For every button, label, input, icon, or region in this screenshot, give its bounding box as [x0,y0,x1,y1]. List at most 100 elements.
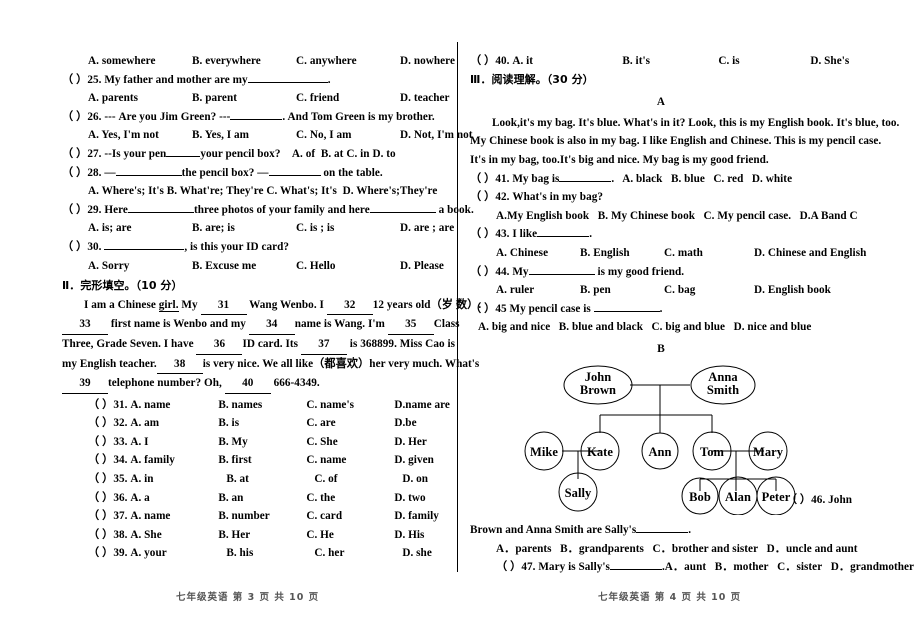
q27-option-c[interactable]: C. in [346,148,369,160]
cloze-32-c[interactable]: C. are [306,414,394,433]
cloze-38-a[interactable]: A. She [130,526,218,545]
q28-option-b[interactable]: B. What're; They're [167,185,264,197]
q30-option-d[interactable]: D. Please [400,260,444,272]
cloze-31-b[interactable]: B. names [218,396,306,415]
cloze-35-a[interactable]: A. in [130,470,226,489]
q41-option-b[interactable]: B. blue [671,173,705,185]
q29-option-d[interactable]: D. are ; are [400,222,454,234]
q44-option-b[interactable]: B. pen [580,281,664,300]
cloze-marker-34[interactable]: （ ）34. [88,454,127,466]
q43-option-a[interactable]: A. Chinese [496,244,580,263]
q42-option-b[interactable]: B. My Chinese book [598,210,695,222]
cloze-marker-38[interactable]: （ ）38. [88,529,127,541]
q45-option-d[interactable]: D. nice and blue [734,321,812,333]
q25-option-b[interactable]: B. parent [192,89,296,108]
q27-marker[interactable]: （ ）27. [62,148,101,160]
q43-option-b[interactable]: B. English [580,244,664,263]
cloze-35-c[interactable]: C. of [314,470,402,489]
q47-option-b[interactable]: B．mother [715,561,769,573]
cloze-36-d[interactable]: D. two [394,492,425,504]
cloze-39-d[interactable]: D. she [402,547,432,559]
q24-option-c[interactable]: C. anywhere [296,52,400,71]
q40-option-d[interactable]: D. She's [810,55,849,67]
q30-option-a[interactable]: A. Sorry [88,257,192,276]
cloze-33-a[interactable]: A. I [130,433,218,452]
q25-marker[interactable]: （ ）25. [62,74,101,86]
q44-option-d[interactable]: D. English book [754,284,831,296]
q29-option-c[interactable]: C. is ; is [296,219,400,238]
cloze-33-d[interactable]: D. Her [394,436,427,448]
cloze-32-a[interactable]: A. am [130,414,218,433]
cloze-33-b[interactable]: B. My [218,433,306,452]
q40-marker[interactable]: （ ）40. [470,55,509,67]
q26-option-c[interactable]: C. No, I am [296,126,400,145]
q24-option-a[interactable]: A. somewhere [88,52,192,71]
q43-marker[interactable]: （ ）43. [470,228,509,240]
q47-option-a[interactable]: A．aunt [665,561,706,573]
cloze-marker-39[interactable]: （ ）39. [88,547,127,559]
cloze-38-b[interactable]: B. Her [218,526,306,545]
cloze-32-d[interactable]: D.be [394,417,416,429]
q28-option-c[interactable]: C. What's; It's [266,185,336,197]
cloze-36-c[interactable]: C. the [306,489,394,508]
cloze-32-b[interactable]: B. is [218,414,306,433]
cloze-31-d[interactable]: D.name are [394,399,450,411]
cloze-38-d[interactable]: D. His [394,529,424,541]
q26-option-b[interactable]: B. Yes, I am [192,126,296,145]
q25-option-d[interactable]: D. teacher [400,92,450,104]
q28-option-a[interactable]: A. Where's; It's [88,185,164,197]
cloze-marker-37[interactable]: （ ）37. [88,510,127,522]
q43-option-c[interactable]: C. math [664,244,754,263]
q47-option-d[interactable]: D．grandmother [831,561,914,573]
q43-option-d[interactable]: D. Chinese and English [754,247,866,259]
cloze-34-a[interactable]: A. family [130,451,218,470]
q24-option-b[interactable]: B. everywhere [192,52,296,71]
q30-marker[interactable]: （ ）30. [62,241,101,253]
cloze-35-b[interactable]: B. at [226,470,314,489]
q40-option-a[interactable]: A. it [512,52,622,71]
q46-option-a[interactable]: A．parents [496,543,552,555]
cloze-39-a[interactable]: A. your [130,544,226,563]
cloze-marker-33[interactable]: （ ）33. [88,436,127,448]
q42-option-d[interactable]: D.A Band C [800,210,858,222]
q46-option-c[interactable]: C．brother and sister [652,543,758,555]
q25-option-a[interactable]: A. parents [88,89,192,108]
q28-marker[interactable]: （ ）28. [62,167,101,179]
cloze-marker-35[interactable]: （ ）35. [88,473,127,485]
cloze-31-a[interactable]: A. name [130,396,218,415]
cloze-39-b[interactable]: B. his [226,544,314,563]
cloze-34-b[interactable]: B. first [218,451,306,470]
q27-option-a[interactable]: A. of [292,148,315,160]
q40-option-b[interactable]: B. it's [622,52,718,71]
cloze-35-d[interactable]: D. on [402,473,428,485]
cloze-34-d[interactable]: D. given [394,454,434,466]
cloze-34-c[interactable]: C. name [306,451,394,470]
q40-option-c[interactable]: C. is [718,52,810,71]
q26-option-a[interactable]: A. Yes, I'm not [88,126,192,145]
cloze-marker-31[interactable]: （ ）31. [88,399,127,411]
q44-option-a[interactable]: A. ruler [496,281,580,300]
cloze-33-c[interactable]: C. She [306,433,394,452]
q41-marker[interactable]: （ ）41. [470,173,509,185]
q42-option-c[interactable]: C. My pencil case. [704,210,792,222]
q26-marker[interactable]: （ ）26. [62,111,101,123]
q26-option-d[interactable]: D. Not, I'm not [400,129,473,141]
q42-option-a[interactable]: A.My English book [496,210,589,222]
cloze-37-d[interactable]: D. family [394,510,439,522]
q41-option-a[interactable]: A. black [622,173,662,185]
q41-option-d[interactable]: D. white [752,173,792,185]
cloze-37-c[interactable]: C. card [306,507,394,526]
q29-marker[interactable]: （ ）29. [62,204,101,216]
q46-option-b[interactable]: B．grandparents [560,543,644,555]
q27-option-b[interactable]: B. at [321,148,344,160]
cloze-36-b[interactable]: B. an [218,489,306,508]
q30-option-c[interactable]: C. Hello [296,257,400,276]
cloze-37-b[interactable]: B. number [218,507,306,526]
q42-marker[interactable]: （ ）42. [470,191,509,203]
q29-option-a[interactable]: A. is; are [88,219,192,238]
q45-marker[interactable]: （ ）45 [470,303,507,315]
q47-option-c[interactable]: C．sister [777,561,822,573]
cloze-marker-36[interactable]: （ ）36. [88,492,127,504]
cloze-31-c[interactable]: C. name's [306,396,394,415]
cloze-marker-32[interactable]: （ ）32. [88,417,127,429]
